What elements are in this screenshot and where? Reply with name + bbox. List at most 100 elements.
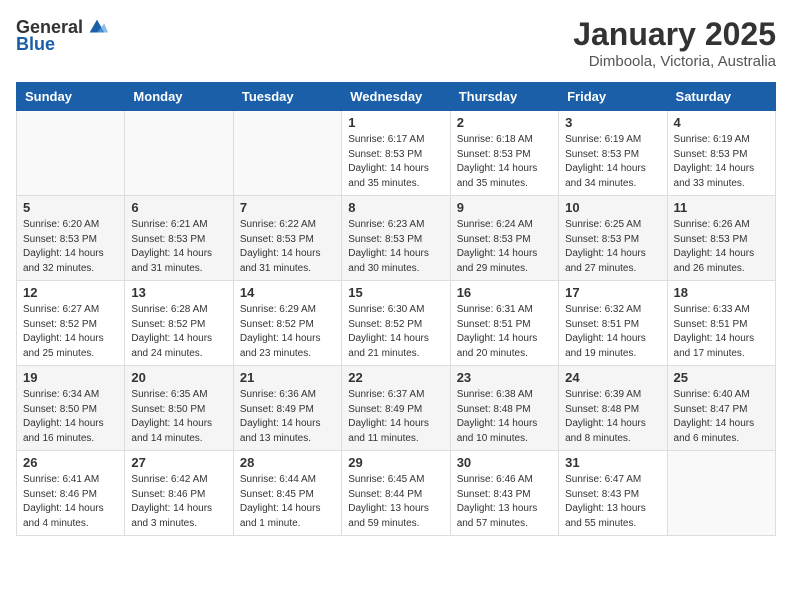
calendar-cell: 4Sunrise: 6:19 AM Sunset: 8:53 PM Daylig… [667, 111, 775, 196]
day-info: Sunrise: 6:44 AM Sunset: 8:45 PM Dayligh… [240, 473, 335, 531]
calendar-cell: 10 Sunrise: 6:25 AM Sunset: 8:53 PM Dayli… [559, 196, 667, 281]
day-info: Sunrise: 6:29 AM Sunset: 8:52 PM Dayligh… [240, 303, 335, 361]
calendar-cell: 31 Sunrise: 6:47 AM Sunset: 8:43 PM Dayli… [559, 451, 667, 536]
day-number: 10 [565, 200, 660, 215]
day-number: 21 [240, 370, 335, 385]
weekday-header-wednesday: Wednesday [342, 83, 450, 111]
weekday-header-thursday: Thursday [450, 83, 558, 111]
logo-icon [86, 16, 108, 38]
day-info: Sunrise: 6:23 AM Sunset: 8:53 PM Dayligh… [348, 218, 443, 276]
day-info: Sunrise: 6:19 AM Sunset: 8:53 PM Dayligh… [674, 133, 769, 191]
calendar-cell: 8 Sunrise: 6:23 AM Sunset: 8:53 PM Daylig… [342, 196, 450, 281]
day-number: 13 [131, 285, 226, 300]
calendar-cell: 16 Sunrise: 6:31 AM Sunset: 8:51 PM Dayli… [450, 281, 558, 366]
day-number: 18 [674, 285, 769, 300]
day-number: 23 [457, 370, 552, 385]
weekday-header-tuesday: Tuesday [233, 83, 341, 111]
day-number: 17 [565, 285, 660, 300]
calendar-week-row: 12 Sunrise: 6:27 AM Sunset: 8:52 PM Dayli… [17, 281, 776, 366]
month-title: January 2025 [573, 16, 776, 53]
calendar-cell: 13 Sunrise: 6:28 AM Sunset: 8:52 PM Dayli… [125, 281, 233, 366]
day-info: Sunrise: 6:32 AM Sunset: 8:51 PM Dayligh… [565, 303, 660, 361]
calendar-cell: 22Sunrise: 6:37 AM Sunset: 8:49 PM Dayli… [342, 366, 450, 451]
day-info: Sunrise: 6:21 AM Sunset: 8:53 PM Dayligh… [131, 218, 226, 276]
calendar-cell: 25 Sunrise: 6:40 AM Sunset: 8:47 PM Dayli… [667, 366, 775, 451]
day-info: Sunrise: 6:39 AM Sunset: 8:48 PM Dayligh… [565, 388, 660, 446]
weekday-header-monday: Monday [125, 83, 233, 111]
day-number: 14 [240, 285, 335, 300]
calendar-cell: 24 Sunrise: 6:39 AM Sunset: 8:48 PM Dayli… [559, 366, 667, 451]
day-number: 29 [348, 455, 443, 470]
day-number: 25 [674, 370, 769, 385]
calendar-cell: 28 Sunrise: 6:44 AM Sunset: 8:45 PM Dayli… [233, 451, 341, 536]
day-number: 8 [348, 200, 443, 215]
day-number: 2 [457, 115, 552, 130]
day-info: Sunrise: 6:42 AM Sunset: 8:46 PM Dayligh… [131, 473, 226, 531]
day-info: Sunrise: 6:22 AM Sunset: 8:53 PM Dayligh… [240, 218, 335, 276]
calendar-cell: 7 Sunrise: 6:22 AM Sunset: 8:53 PM Daylig… [233, 196, 341, 281]
day-number: 3 [565, 115, 660, 130]
calendar-cell: 3Sunrise: 6:19 AM Sunset: 8:53 PM Daylig… [559, 111, 667, 196]
day-number: 31 [565, 455, 660, 470]
calendar-cell: 18 Sunrise: 6:33 AM Sunset: 8:51 PM Dayli… [667, 281, 775, 366]
calendar-cell: 1Sunrise: 6:17 AM Sunset: 8:53 PM Daylig… [342, 111, 450, 196]
day-info: Sunrise: 6:28 AM Sunset: 8:52 PM Dayligh… [131, 303, 226, 361]
weekday-header-sunday: Sunday [17, 83, 125, 111]
day-info: Sunrise: 6:25 AM Sunset: 8:53 PM Dayligh… [565, 218, 660, 276]
day-info: Sunrise: 6:17 AM Sunset: 8:53 PM Dayligh… [348, 133, 443, 191]
day-info: Sunrise: 6:24 AM Sunset: 8:53 PM Dayligh… [457, 218, 552, 276]
calendar-cell: 27Sunrise: 6:42 AM Sunset: 8:46 PM Dayli… [125, 451, 233, 536]
day-number: 12 [23, 285, 118, 300]
day-info: Sunrise: 6:26 AM Sunset: 8:53 PM Dayligh… [674, 218, 769, 276]
day-info: Sunrise: 6:34 AM Sunset: 8:50 PM Dayligh… [23, 388, 118, 446]
day-info: Sunrise: 6:31 AM Sunset: 8:51 PM Dayligh… [457, 303, 552, 361]
weekday-header-row: SundayMondayTuesdayWednesdayThursdayFrid… [17, 83, 776, 111]
calendar-cell [667, 451, 775, 536]
calendar-week-row: 26 Sunrise: 6:41 AM Sunset: 8:46 PM Dayli… [17, 451, 776, 536]
calendar-cell: 9Sunrise: 6:24 AM Sunset: 8:53 PM Daylig… [450, 196, 558, 281]
day-number: 24 [565, 370, 660, 385]
logo-blue: Blue [16, 34, 55, 55]
logo: General Blue [16, 16, 108, 55]
day-info: Sunrise: 6:36 AM Sunset: 8:49 PM Dayligh… [240, 388, 335, 446]
day-number: 16 [457, 285, 552, 300]
calendar-week-row: 19Sunrise: 6:34 AM Sunset: 8:50 PM Dayli… [17, 366, 776, 451]
day-number: 7 [240, 200, 335, 215]
calendar-cell [125, 111, 233, 196]
calendar-cell: 12 Sunrise: 6:27 AM Sunset: 8:52 PM Dayli… [17, 281, 125, 366]
calendar-cell: 20Sunrise: 6:35 AM Sunset: 8:50 PM Dayli… [125, 366, 233, 451]
day-number: 11 [674, 200, 769, 215]
day-info: Sunrise: 6:37 AM Sunset: 8:49 PM Dayligh… [348, 388, 443, 446]
day-number: 6 [131, 200, 226, 215]
day-info: Sunrise: 6:46 AM Sunset: 8:43 PM Dayligh… [457, 473, 552, 531]
day-number: 28 [240, 455, 335, 470]
day-number: 20 [131, 370, 226, 385]
day-info: Sunrise: 6:40 AM Sunset: 8:47 PM Dayligh… [674, 388, 769, 446]
calendar-cell: 14 Sunrise: 6:29 AM Sunset: 8:52 PM Dayli… [233, 281, 341, 366]
title-block: January 2025 Dimboola, Victoria, Austral… [573, 16, 776, 70]
calendar-cell: 19Sunrise: 6:34 AM Sunset: 8:50 PM Dayli… [17, 366, 125, 451]
day-info: Sunrise: 6:30 AM Sunset: 8:52 PM Dayligh… [348, 303, 443, 361]
day-info: Sunrise: 6:33 AM Sunset: 8:51 PM Dayligh… [674, 303, 769, 361]
day-info: Sunrise: 6:18 AM Sunset: 8:53 PM Dayligh… [457, 133, 552, 191]
calendar-cell: 15Sunrise: 6:30 AM Sunset: 8:52 PM Dayli… [342, 281, 450, 366]
location-title: Dimboola, Victoria, Australia [573, 53, 776, 70]
day-info: Sunrise: 6:47 AM Sunset: 8:43 PM Dayligh… [565, 473, 660, 531]
calendar-cell [17, 111, 125, 196]
calendar-cell: 11 Sunrise: 6:26 AM Sunset: 8:53 PM Dayli… [667, 196, 775, 281]
calendar-cell: 26 Sunrise: 6:41 AM Sunset: 8:46 PM Dayli… [17, 451, 125, 536]
day-info: Sunrise: 6:41 AM Sunset: 8:46 PM Dayligh… [23, 473, 118, 531]
day-number: 5 [23, 200, 118, 215]
day-number: 30 [457, 455, 552, 470]
day-info: Sunrise: 6:27 AM Sunset: 8:52 PM Dayligh… [23, 303, 118, 361]
day-number: 26 [23, 455, 118, 470]
calendar-cell: 30 Sunrise: 6:46 AM Sunset: 8:43 PM Dayli… [450, 451, 558, 536]
calendar-cell: 17 Sunrise: 6:32 AM Sunset: 8:51 PM Dayli… [559, 281, 667, 366]
calendar-week-row: 5 Sunrise: 6:20 AM Sunset: 8:53 PM Daylig… [17, 196, 776, 281]
weekday-header-friday: Friday [559, 83, 667, 111]
calendar-table: SundayMondayTuesdayWednesdayThursdayFrid… [16, 82, 776, 536]
page-header: General Blue January 2025 Dimboola, Vict… [16, 16, 776, 70]
day-info: Sunrise: 6:20 AM Sunset: 8:53 PM Dayligh… [23, 218, 118, 276]
day-info: Sunrise: 6:38 AM Sunset: 8:48 PM Dayligh… [457, 388, 552, 446]
calendar-cell: 2 Sunrise: 6:18 AM Sunset: 8:53 PM Daylig… [450, 111, 558, 196]
